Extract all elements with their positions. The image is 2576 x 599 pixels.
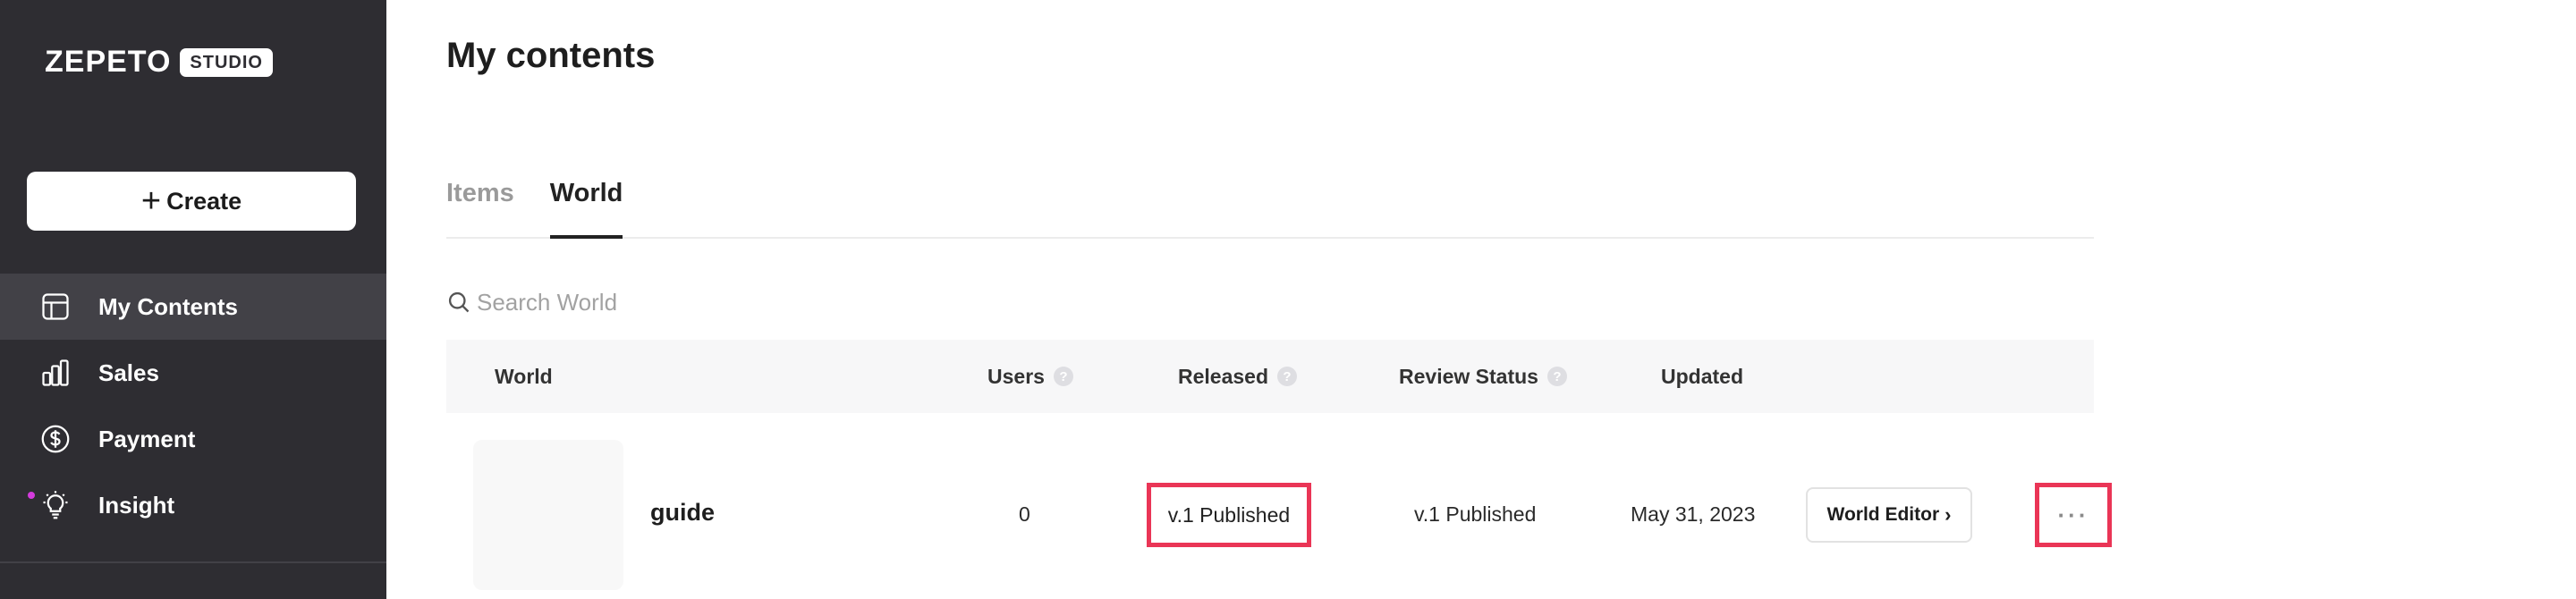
- create-button-label: Create: [166, 187, 242, 215]
- table-row[interactable]: guide 0 v.1 Published v.1 Published May …: [446, 413, 2112, 599]
- column-header-label: Review Status: [1399, 364, 1538, 388]
- logo-wordmark: ZEPETO: [45, 45, 172, 79]
- table-header: World Users ? Released ? Review Status ?…: [446, 340, 2094, 413]
- search-icon: [448, 291, 470, 313]
- world-editor-button[interactable]: World Editor ›: [1806, 487, 1972, 543]
- updated-date: May 31, 2023: [1631, 502, 1756, 526]
- sidebar-item-label: Payment: [98, 425, 196, 452]
- column-header-label: Updated: [1661, 364, 1743, 388]
- help-icon[interactable]: ?: [1546, 367, 1567, 386]
- sidebar-item-label: Insight: [98, 491, 175, 519]
- more-options-button[interactable]: ···: [2035, 483, 2112, 547]
- released-status: v.1 Published: [1147, 483, 1311, 547]
- search-input[interactable]: [477, 288, 870, 316]
- help-icon[interactable]: ?: [1277, 367, 1298, 386]
- chevron-right-icon: ›: [1945, 503, 1952, 526]
- column-header-label: World: [495, 364, 553, 388]
- zepeto-studio-logo[interactable]: ZEPETO STUDIO: [45, 45, 273, 80]
- sidebar-item-insight[interactable]: Insight: [0, 472, 386, 538]
- lightbulb-icon: [43, 491, 68, 519]
- sidebar-item-my-contents[interactable]: My Contents: [0, 274, 386, 340]
- dollar-circle-icon: [41, 425, 70, 453]
- column-header-world: World: [495, 340, 553, 413]
- sidebar-nav: My Contents Sales Payment Insight: [0, 274, 386, 538]
- sidebar-item-label: Sales: [98, 359, 159, 386]
- help-icon[interactable]: ?: [1053, 367, 1073, 386]
- sidebar-item-sales[interactable]: Sales: [0, 340, 386, 406]
- world-thumbnail[interactable]: [473, 440, 623, 590]
- column-header-review-status: Review Status ?: [1399, 340, 1567, 413]
- tab-world[interactable]: World: [549, 179, 623, 239]
- column-header-users: Users ?: [987, 340, 1073, 413]
- column-header-updated: Updated: [1661, 340, 1743, 413]
- create-button[interactable]: + Create: [27, 172, 356, 231]
- review-status: v.1 Published: [1414, 502, 1537, 526]
- bar-chart-icon: [42, 359, 69, 386]
- content-tabs: Items World: [446, 179, 2094, 239]
- more-dots-icon: ···: [2057, 501, 2089, 528]
- sidebar-divider: [0, 561, 386, 563]
- world-name[interactable]: guide: [650, 499, 715, 527]
- column-header-label: Users: [987, 364, 1045, 388]
- world-editor-label: World Editor: [1826, 504, 1940, 525]
- layout-icon: [42, 293, 69, 320]
- tab-items[interactable]: Items: [446, 179, 514, 239]
- sidebar: ZEPETO STUDIO + Create My Contents Sales: [0, 0, 386, 599]
- column-header-label: Released: [1178, 364, 1269, 388]
- column-header-released: Released ?: [1178, 340, 1298, 413]
- logo-badge: STUDIO: [180, 47, 273, 77]
- notification-dot: [28, 492, 35, 499]
- sidebar-item-payment[interactable]: Payment: [0, 406, 386, 472]
- search-bar: [446, 284, 894, 320]
- plus-icon: +: [140, 182, 162, 220]
- page-title: My contents: [446, 36, 656, 75]
- users-count: 0: [1019, 502, 1030, 526]
- sidebar-item-label: My Contents: [98, 292, 238, 320]
